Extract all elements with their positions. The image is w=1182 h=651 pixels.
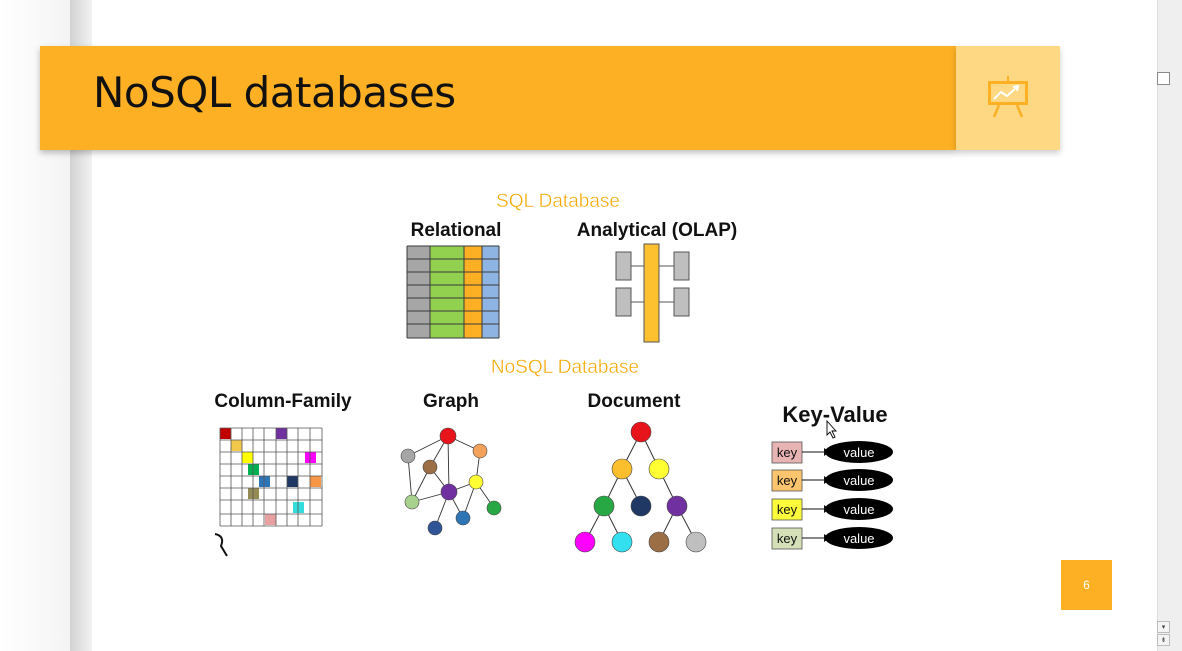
right-margin — [1112, 0, 1157, 651]
value-label: value — [843, 473, 874, 488]
key-value-row: key value — [771, 498, 893, 521]
nosql-database-heading: NoSQL Database — [491, 357, 639, 378]
column-family-heading: Column-Family — [214, 391, 352, 412]
graph-network-graphic — [400, 427, 502, 536]
value-label: value — [843, 502, 874, 517]
olap-heading: Analytical (OLAP) — [577, 220, 737, 241]
scrollbar-thumb[interactable] — [1157, 72, 1170, 85]
presentation-board-chart-icon — [988, 76, 1028, 118]
key-value-row: key value — [771, 527, 893, 550]
scroll-down-icon[interactable]: ▾ — [1157, 621, 1170, 633]
value-label: value — [843, 445, 874, 460]
column-family-grid-graphic — [214, 427, 323, 557]
title-icon-box — [956, 46, 1060, 150]
key-value-row: key value — [771, 441, 893, 464]
title-bar: NoSQL databases — [40, 46, 956, 150]
key-value-graphic: key value key value key value key value — [771, 441, 893, 550]
slide-title[interactable]: NoSQL databases — [93, 68, 456, 117]
page-number-badge: 6 — [1061, 560, 1112, 610]
next-slide-icon[interactable]: ⇟ — [1157, 634, 1170, 646]
document-tree-graphic — [574, 421, 707, 553]
olap-graphic — [615, 243, 690, 343]
nosql-diagram: SQL Database Relational Analytical (OLAP… — [214, 191, 893, 557]
key-value-heading: Key-Value — [782, 402, 887, 427]
relational-heading: Relational — [411, 220, 502, 241]
key-value-row: key value — [771, 469, 893, 492]
value-label: value — [843, 531, 874, 546]
sql-database-heading: SQL Database — [496, 191, 620, 212]
relational-table-graphic — [406, 245, 500, 339]
key-label: key — [777, 445, 798, 460]
key-label: key — [777, 473, 798, 488]
document-heading: Document — [588, 391, 682, 412]
key-label: key — [777, 502, 798, 517]
key-label: key — [777, 531, 798, 546]
graph-heading: Graph — [423, 391, 479, 412]
vertical-scrollbar[interactable] — [1157, 0, 1182, 651]
